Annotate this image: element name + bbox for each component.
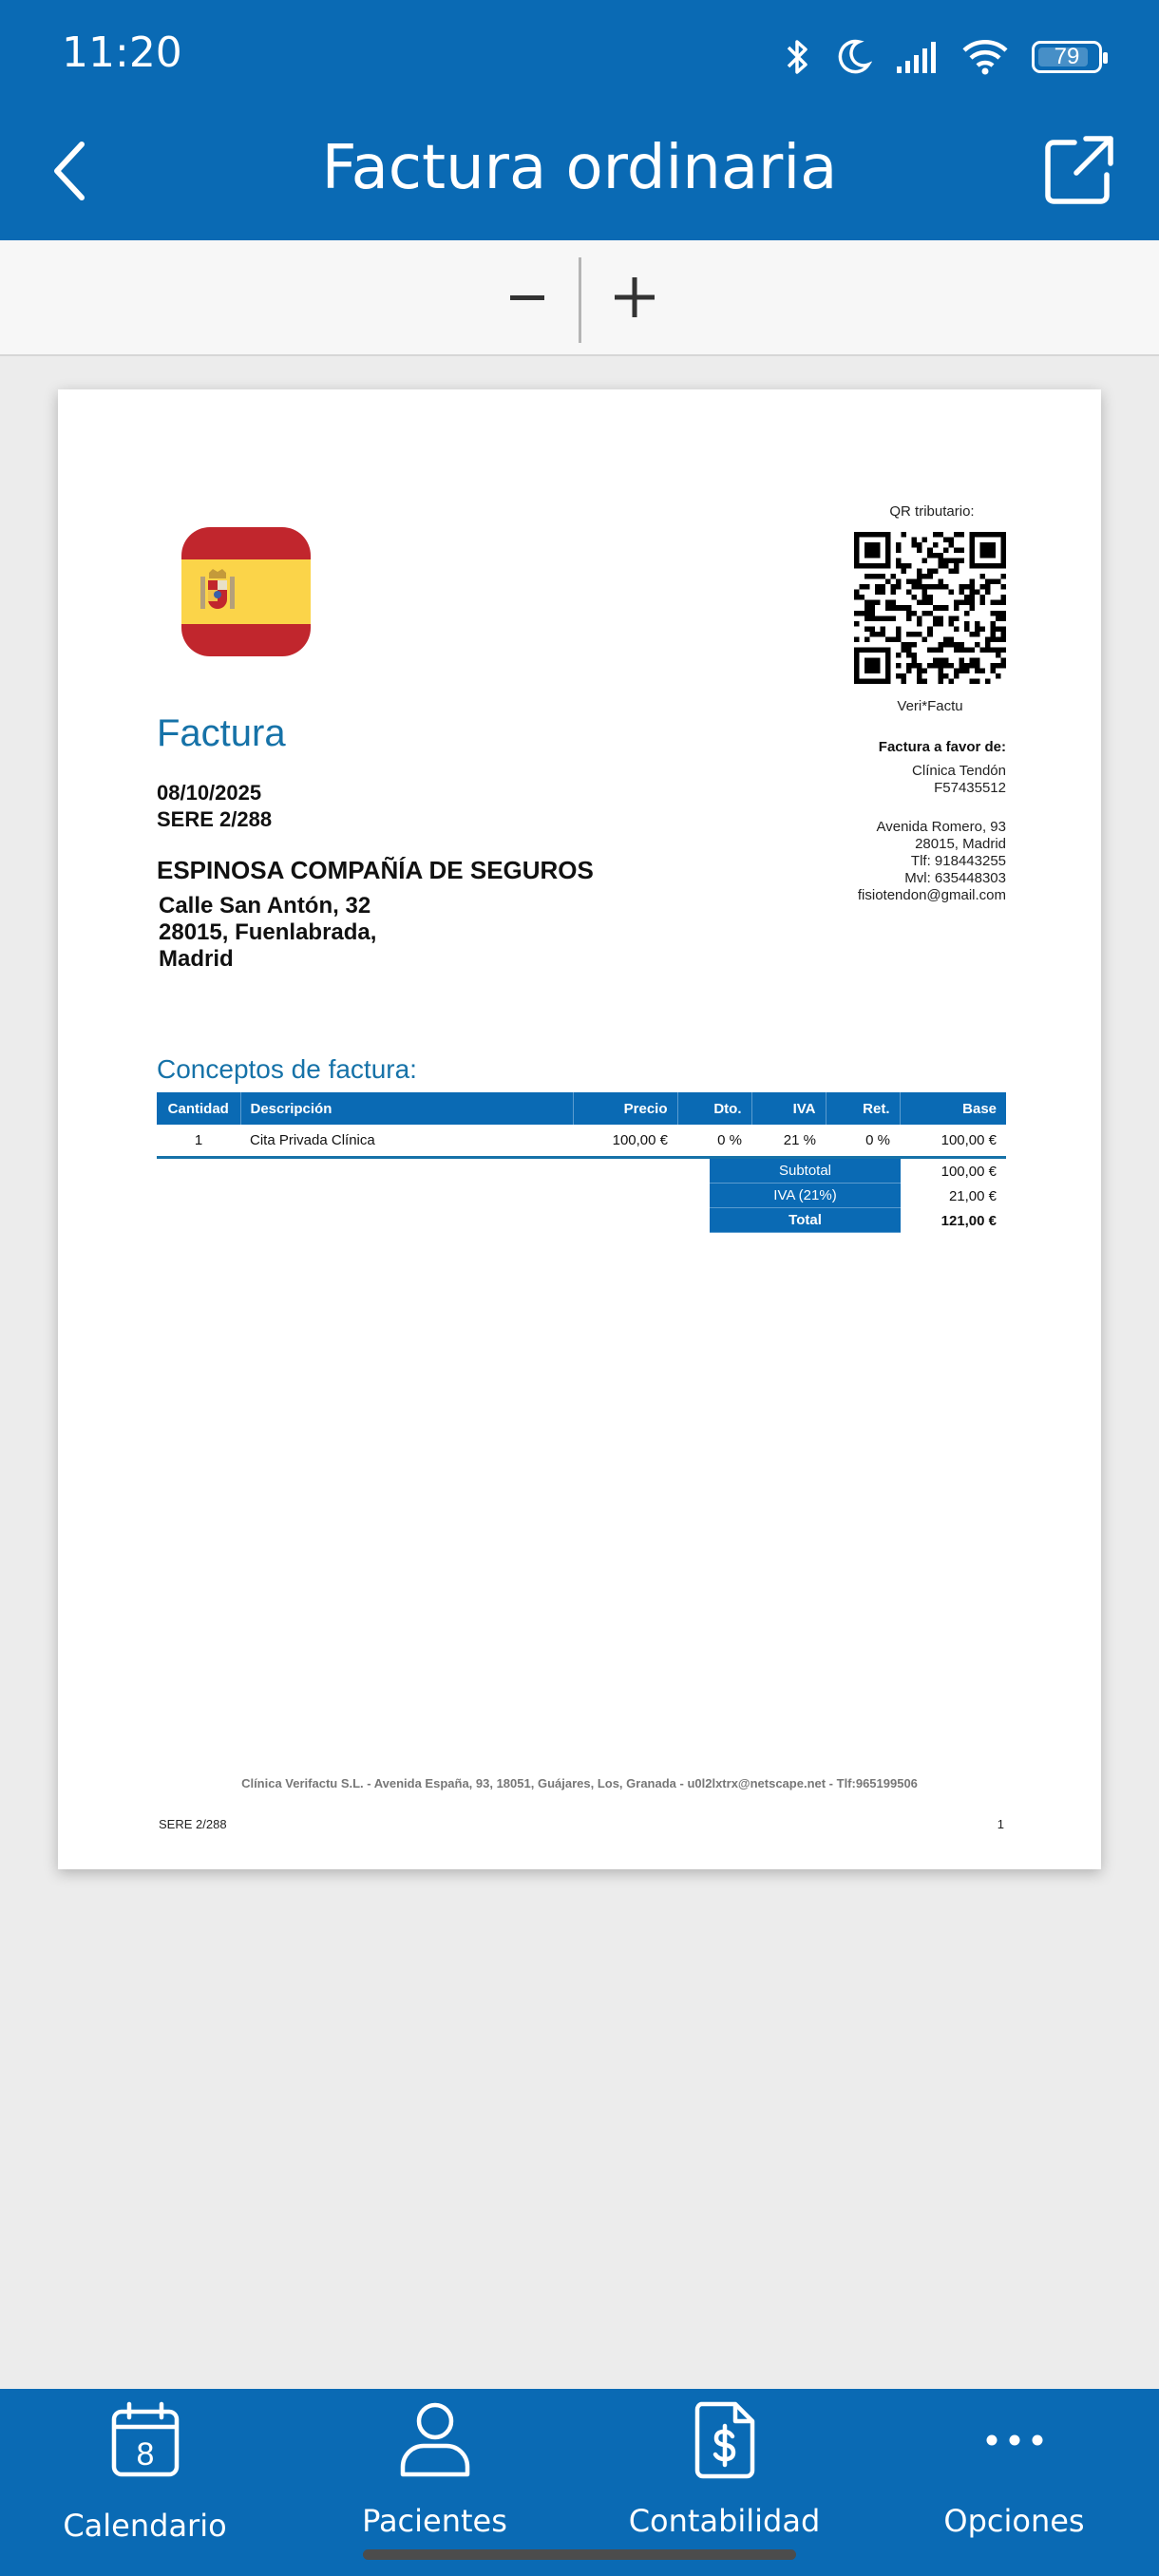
app-bar: 11:20 79 Factura ordinaria bbox=[0, 0, 1159, 240]
subtotal-row: Subtotal 100,00 € bbox=[710, 1159, 1006, 1184]
zoom-out-button[interactable] bbox=[499, 269, 556, 326]
page-title: Factura ordinaria bbox=[321, 133, 838, 203]
nav-item-opciones[interactable]: Opciones bbox=[869, 2389, 1159, 2539]
col-header-base: Base bbox=[900, 1092, 1006, 1125]
total-label: Total bbox=[710, 1208, 901, 1233]
bluetooth-icon bbox=[787, 40, 808, 74]
cell-discount: 0 % bbox=[677, 1125, 751, 1159]
vat-label: IVA (21%) bbox=[710, 1184, 901, 1208]
col-header-quantity: Cantidad bbox=[157, 1092, 241, 1125]
nav-item-pacientes[interactable]: Pacientes bbox=[290, 2389, 580, 2539]
client-address-line: Madrid bbox=[159, 946, 234, 972]
issuer-line: 28015, Madrid bbox=[915, 836, 1006, 852]
invoice-heading: Factura bbox=[157, 712, 286, 754]
issuer-line: F57435512 bbox=[934, 780, 1006, 796]
zoom-in-button[interactable] bbox=[606, 269, 663, 326]
col-header-vat: IVA bbox=[751, 1092, 826, 1125]
cell-retention: 0 % bbox=[826, 1125, 900, 1159]
home-indicator[interactable] bbox=[363, 2549, 796, 2560]
client-address-line: Calle San Antón, 32 bbox=[159, 893, 371, 919]
cell-price: 100,00 € bbox=[573, 1125, 677, 1159]
company-footer: Clínica Verifactu S.L. - Avenida España,… bbox=[241, 1776, 918, 1790]
vat-value: 21,00 € bbox=[948, 1187, 997, 1204]
footer-series: SERE 2/288 bbox=[159, 1817, 227, 1831]
more-dots-icon bbox=[986, 2434, 1042, 2446]
qr-label: QR tributario: bbox=[889, 503, 975, 520]
total-value: 121,00 € bbox=[940, 1212, 997, 1229]
issuer-line: Avenida Romero, 93 bbox=[876, 819, 1006, 835]
col-header-price: Precio bbox=[573, 1092, 678, 1125]
issuer-line: Clínica Tendón bbox=[912, 763, 1006, 779]
col-header-description: Descripción bbox=[240, 1092, 574, 1125]
invoice-dollar-icon bbox=[694, 2401, 754, 2479]
qr-code[interactable] bbox=[854, 532, 1006, 684]
nav-label: Opciones bbox=[943, 2503, 1085, 2539]
nav-label: Contabilidad bbox=[628, 2503, 821, 2539]
status-time: 11:20 bbox=[62, 28, 182, 77]
vat-row: IVA (21%) 21,00 € bbox=[710, 1184, 1006, 1208]
invoice-series: SERE 2/288 bbox=[157, 807, 273, 831]
total-row: Total 121,00 € bbox=[710, 1208, 1006, 1233]
totals-block: Subtotal 100,00 € IVA (21%) 21,00 € Tota… bbox=[710, 1159, 1006, 1233]
subtotal-value: 100,00 € bbox=[940, 1163, 997, 1180]
calendar-icon: 8 bbox=[111, 2401, 179, 2477]
issuer-line: Tlf: 918443255 bbox=[910, 853, 1006, 869]
invoice-items-table: Cantidad Descripción Precio Dto. IVA Ret… bbox=[157, 1092, 1006, 1159]
qr-caption: Veri*Factu bbox=[897, 698, 963, 714]
issuer-line: Mvl: 635448303 bbox=[904, 870, 1006, 886]
issuer-title: Factura a favor de: bbox=[878, 739, 1006, 755]
zoom-divider bbox=[579, 257, 581, 343]
table-header-row: Cantidad Descripción Precio Dto. IVA Ret… bbox=[157, 1092, 1006, 1125]
wifi-icon bbox=[962, 40, 1008, 75]
invoice-date: 08/10/2025 bbox=[157, 781, 262, 805]
subtotal-label: Subtotal bbox=[710, 1159, 901, 1184]
battery-level: 79 bbox=[1054, 44, 1080, 69]
client-address-line: 28015, Fuenlabrada, bbox=[159, 919, 377, 945]
invoice-page: QR tributario: Veri*Factu Factura 08/10/… bbox=[58, 389, 1101, 1869]
moon-icon bbox=[838, 39, 872, 74]
nav-label: Calendario bbox=[63, 2508, 227, 2544]
cell-vat: 21 % bbox=[751, 1125, 826, 1159]
client-name: ESPINOSA COMPAÑÍA DE SEGUROS bbox=[157, 856, 594, 884]
signal-icon bbox=[897, 42, 936, 73]
nav-label: Pacientes bbox=[362, 2503, 507, 2539]
status-icons: 79 bbox=[785, 28, 1108, 85]
calendar-day: 8 bbox=[136, 2436, 154, 2472]
col-header-discount: Dto. bbox=[677, 1092, 752, 1125]
col-header-retention: Ret. bbox=[826, 1092, 901, 1125]
bottom-navigation: 8 Calendario Pacientes Contabilidad Opci… bbox=[0, 2389, 1159, 2576]
cell-quantity: 1 bbox=[157, 1125, 240, 1159]
page-number: 1 bbox=[997, 1817, 1004, 1831]
cell-description: Cita Privada Clínica bbox=[240, 1125, 573, 1159]
battery-indicator: 79 bbox=[1032, 41, 1108, 73]
concepts-heading: Conceptos de factura: bbox=[157, 1054, 417, 1084]
zoom-toolbar bbox=[0, 240, 1159, 356]
table-row: 1 Cita Privada Clínica 100,00 € 0 % 21 %… bbox=[157, 1125, 1006, 1159]
coat-of-arms-icon bbox=[200, 569, 235, 609]
nav-item-calendario[interactable]: 8 Calendario bbox=[0, 2389, 290, 2544]
minus-icon bbox=[510, 295, 544, 300]
cell-base: 100,00 € bbox=[900, 1125, 1006, 1159]
spain-flag-logo bbox=[181, 527, 311, 656]
person-icon bbox=[400, 2402, 469, 2477]
nav-item-contabilidad[interactable]: Contabilidad bbox=[580, 2389, 869, 2539]
issuer-email: fisiotendon@gmail.com bbox=[857, 887, 1006, 903]
plus-icon bbox=[615, 277, 655, 317]
open-external-button[interactable] bbox=[1040, 133, 1116, 209]
